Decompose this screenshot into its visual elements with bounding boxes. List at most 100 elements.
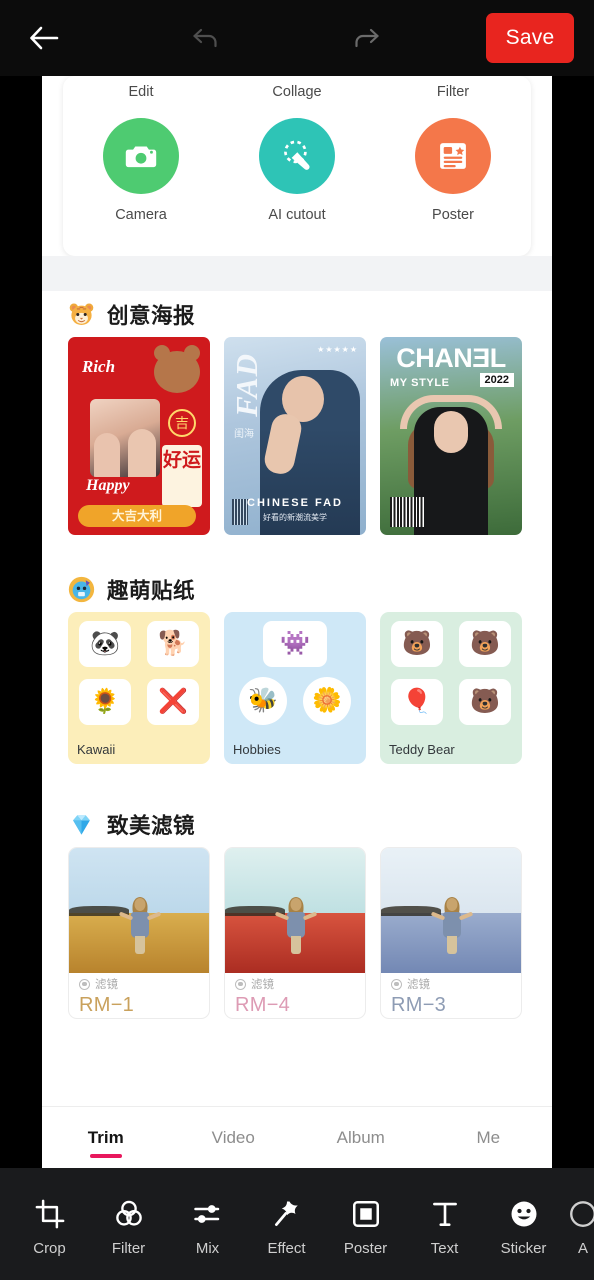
filter-card-rm4[interactable]: 滤镜 RM−4 bbox=[224, 847, 366, 1019]
filter-sub-row: 滤镜 bbox=[391, 976, 511, 992]
quick-tools-row: Camera AI cutout Poster bbox=[63, 118, 531, 223]
section-header: 趣萌贴纸 bbox=[42, 566, 552, 612]
toolbar-label: Effect bbox=[267, 1239, 306, 1257]
sticker-preview-grid: 🐻 🐻 🎈 🐻 bbox=[389, 621, 513, 725]
sticker-preview-grid: 🐼 🐕 🌻 ❌ bbox=[77, 621, 201, 725]
quick-tool-label-edit[interactable]: Edit bbox=[63, 84, 219, 100]
poster-text-banner: 大吉大利 bbox=[78, 505, 196, 527]
filter-sub-label: 滤镜 bbox=[95, 979, 118, 991]
quick-tool-label-filter[interactable]: Filter bbox=[375, 84, 531, 100]
section-title: 致美滤镜 bbox=[107, 813, 196, 839]
tab-me[interactable]: Me bbox=[425, 1107, 553, 1168]
quick-tool-camera-label: Camera bbox=[115, 207, 167, 223]
diamond-emoji bbox=[68, 811, 95, 838]
undo-icon bbox=[193, 28, 217, 48]
quick-tool-ai-cutout[interactable]: AI cutout bbox=[219, 118, 375, 223]
sticker-thumb: 👾 bbox=[263, 621, 327, 667]
app-screen: Save Edit Collage Filter Camera AI cutou… bbox=[0, 0, 594, 1280]
save-button[interactable]: Save bbox=[486, 13, 574, 63]
toolbar-poster[interactable]: Poster bbox=[326, 1192, 405, 1257]
sticker-pack-kawaii[interactable]: 🐼 🐕 🌻 ❌ Kawaii bbox=[68, 612, 210, 764]
poster-text-rich: Rich bbox=[82, 357, 116, 376]
poster-card-fad[interactable]: FAD 闺海 ★★★★★ CHINESE FAD 好看的新潮流美学 bbox=[224, 337, 366, 535]
bottom-tab-bar: Trim Video Album Me bbox=[42, 1106, 552, 1168]
filter-name: RM−4 bbox=[235, 994, 291, 1016]
section-header: 创意海报 bbox=[42, 291, 552, 337]
filter-sub-label: 滤镜 bbox=[251, 979, 274, 991]
redo-button[interactable] bbox=[344, 18, 388, 58]
poster-text-style: MY STYLE bbox=[390, 377, 450, 389]
filter-ring-icon bbox=[235, 978, 246, 990]
toolbar-label: Crop bbox=[33, 1239, 66, 1257]
smiley-icon bbox=[509, 1192, 539, 1236]
toolbar-label: Filter bbox=[111, 1239, 146, 1257]
filter-card-rm1[interactable]: 滤镜 RM−1 bbox=[68, 847, 210, 1019]
poster-photo-placeholder bbox=[90, 399, 160, 477]
poster-card-chanel[interactable]: CHANƎL MY STYLE 2022 bbox=[380, 337, 522, 535]
sticker-thumb: 🐻 bbox=[459, 679, 511, 725]
undo-button[interactable] bbox=[184, 18, 228, 58]
sticker-thumb: 🌼 bbox=[303, 677, 351, 725]
section-filters: 致美滤镜 滤镜 RM−1 滤镜 RM−4 滤镜 RM−3 bbox=[42, 801, 552, 1019]
sticker-pack-teddy-bear[interactable]: 🐻 🐻 🎈 🐻 Teddy Bear bbox=[380, 612, 522, 764]
poster-text-year: 2022 bbox=[479, 373, 514, 387]
toolbar-filter[interactable]: Filter bbox=[89, 1192, 168, 1257]
square-frame-icon bbox=[351, 1192, 381, 1236]
poster-text-caption: CHINESE FAD bbox=[247, 497, 343, 509]
sticker-pack-hobbies[interactable]: 👾 🐝 🌼 Hobbies bbox=[224, 612, 366, 764]
section-title: 趣萌贴纸 bbox=[107, 578, 196, 604]
tab-label: Me bbox=[476, 1127, 501, 1147]
filter-card-row: 滤镜 RM−1 滤镜 RM−4 滤镜 RM−3 bbox=[42, 847, 552, 1019]
poster-stars: ★★★★★ bbox=[317, 345, 358, 354]
quick-tool-poster[interactable]: Poster bbox=[375, 118, 531, 223]
toolbar-text[interactable]: Text bbox=[405, 1192, 484, 1257]
filter-name: RM−1 bbox=[79, 994, 135, 1016]
magic-star-icon bbox=[272, 1192, 302, 1236]
tab-trim[interactable]: Trim bbox=[42, 1107, 170, 1168]
section-creative-posters: 创意海报 Rich 吉 好运 Happy 大吉大利 FAD 闺海 ★★★★★ C… bbox=[42, 291, 552, 535]
section-header: 致美滤镜 bbox=[42, 801, 552, 847]
sticker-pack-label: Kawaii bbox=[77, 742, 116, 757]
tab-label: Trim bbox=[87, 1127, 124, 1147]
quick-tool-label-collage[interactable]: Collage bbox=[219, 84, 375, 100]
sticker-preview-grid: 👾 🐝 🌼 bbox=[233, 621, 357, 725]
toolbar-crop[interactable]: Crop bbox=[10, 1192, 89, 1257]
editor-toolbar: Crop Filter Mix Effect Poster Text Stick… bbox=[0, 1168, 594, 1280]
section-title: 创意海报 bbox=[107, 303, 196, 329]
poster-text-brand: FAD bbox=[229, 353, 264, 417]
poster-card-row: Rich 吉 好运 Happy 大吉大利 FAD 闺海 ★★★★★ CHINES… bbox=[42, 337, 552, 535]
tab-video[interactable]: Video bbox=[170, 1107, 298, 1168]
filter-card-rm3[interactable]: 滤镜 RM−3 bbox=[380, 847, 522, 1019]
poster-card-cny[interactable]: Rich 吉 好运 Happy 大吉大利 bbox=[68, 337, 210, 535]
filter-circles-icon bbox=[114, 1192, 144, 1236]
poster-text-sub: 闺海 bbox=[234, 429, 254, 440]
sticker-thumb: 🐝 bbox=[239, 677, 287, 725]
person-figure bbox=[118, 897, 162, 956]
back-button[interactable] bbox=[24, 18, 64, 58]
poster-text-brand: CHANƎL bbox=[396, 343, 506, 373]
tab-album[interactable]: Album bbox=[297, 1107, 425, 1168]
toolbar-adjust[interactable]: A bbox=[563, 1192, 594, 1257]
arms-illustration bbox=[400, 395, 502, 429]
toolbar-mix[interactable]: Mix bbox=[168, 1192, 247, 1257]
filter-card-meta: 滤镜 RM−1 bbox=[69, 971, 209, 1018]
poster-icon bbox=[440, 143, 466, 169]
toolbar-label: Poster bbox=[343, 1239, 388, 1257]
poster-icon-circle bbox=[415, 118, 491, 194]
section-divider bbox=[42, 256, 552, 291]
sliders-icon bbox=[193, 1192, 223, 1236]
quick-tool-poster-label: Poster bbox=[432, 207, 474, 223]
filter-name: RM−3 bbox=[391, 994, 447, 1016]
sticker-thumb: ❌ bbox=[147, 679, 199, 725]
quick-tool-camera[interactable]: Camera bbox=[63, 118, 219, 223]
sticker-thumb: 🐻 bbox=[459, 621, 511, 667]
sticker-pack-label: Hobbies bbox=[233, 742, 281, 757]
sticker-thumb: 🐻 bbox=[391, 621, 443, 667]
toolbar-sticker[interactable]: Sticker bbox=[484, 1192, 563, 1257]
poster-text-caption2: 好看的新潮流美学 bbox=[263, 513, 327, 522]
toolbar-effect[interactable]: Effect bbox=[247, 1192, 326, 1257]
toolbar-label: Sticker bbox=[500, 1239, 547, 1257]
toolbar-label: Text bbox=[430, 1239, 459, 1257]
save-label: Save bbox=[505, 26, 555, 49]
poster-text-happy: Happy bbox=[86, 477, 130, 494]
